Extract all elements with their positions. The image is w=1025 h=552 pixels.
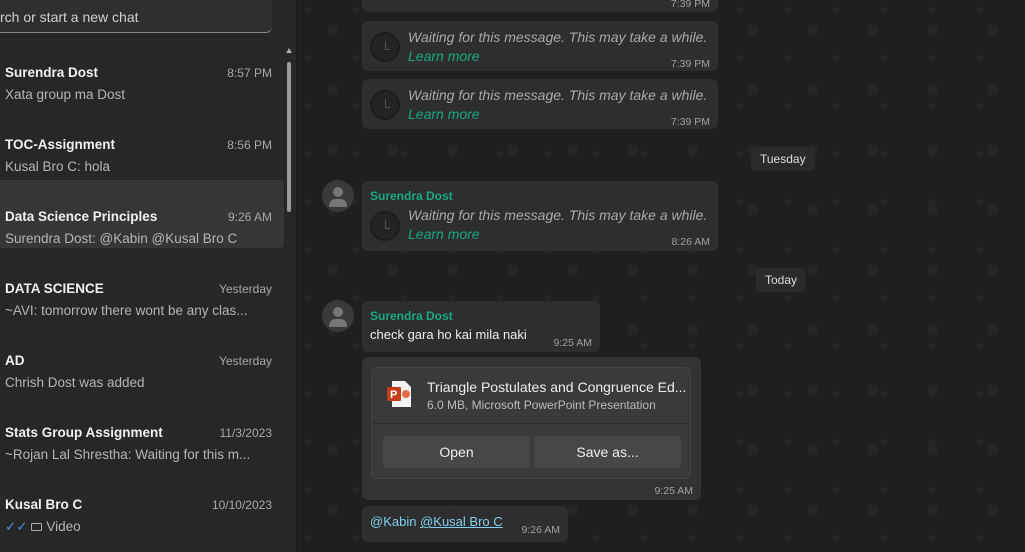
powerpoint-icon: P <box>387 381 411 407</box>
chat-item[interactable]: DATA SCIENCE Yesterday ~AVI: tomorrow ther… <box>0 252 284 320</box>
timestamp: 7:39 PM <box>670 0 710 10</box>
preview-text: Xata group ma Dost <box>5 87 126 102</box>
chat-time: 10/10/2023 <box>211 498 272 512</box>
chat-preview: Chrish Dost was added <box>5 375 145 390</box>
avatar[interactable] <box>322 180 354 212</box>
preview-text: Chrish Dost was added <box>5 375 145 390</box>
chat-name: Surendra Dost <box>5 65 99 80</box>
file-name: Triangle Postulates and Congruence Ed... <box>427 379 687 395</box>
sender-name[interactable]: Surendra Dost <box>370 189 453 203</box>
chat-preview: Surendra Dost: @Kabin @Kusal Bro C <box>5 231 237 246</box>
chat-name: Stats Group Assignment <box>5 425 163 440</box>
preview-text: Kusal Bro C: hola <box>5 159 111 174</box>
learn-more-link[interactable]: Learn more <box>408 48 480 64</box>
waiting-text: Waiting for this message. This may take … <box>408 207 708 223</box>
chat-preview: Xata group ma Dost <box>5 87 125 102</box>
file-meta: 6.0 MB, Microsoft PowerPoint Presentatio… <box>427 398 656 412</box>
chat-time: 9:26 AM <box>227 210 272 224</box>
chat-item[interactable]: Surendra Dost 8:57 PM Xata group ma Dost <box>0 36 284 104</box>
avatar[interactable] <box>322 300 354 332</box>
mention-link[interactable]: @Kabin <box>370 514 416 529</box>
scroll-up-icon[interactable] <box>286 48 292 53</box>
chat-time: 11/3/2023 <box>219 426 273 440</box>
double-check-icon: ✓✓ <box>5 519 28 534</box>
chat-item[interactable]: Kusal Bro C 10/10/2023 ✓✓ Video <box>0 468 284 536</box>
chat-time: Yesterday <box>219 282 272 296</box>
open-button[interactable]: Open <box>383 436 530 468</box>
divider <box>372 423 690 424</box>
chat-item[interactable]: Stats Group Assignment 11/3/2023 ~Rojan La… <box>0 396 284 464</box>
preview-text: Video <box>46 519 81 534</box>
svg-text:P: P <box>390 389 397 401</box>
message-bubble: Surendra Dost check gara ho kai mila nak… <box>362 301 600 352</box>
chat-name: Data Science Principles <box>5 209 158 224</box>
preview-text: Surendra Dost: @Kabin @Kusal Bro C <box>5 231 238 246</box>
chat-name: AD <box>5 353 25 368</box>
video-icon <box>31 523 43 531</box>
chat-name: TOC-Assignment <box>5 137 116 152</box>
chat-preview: ~AVI: tomorrow there wont be any clas... <box>5 303 248 318</box>
scroll-thumb[interactable] <box>287 62 291 212</box>
sidebar: rch or start a new chat Surendra Dost 8:5… <box>0 0 297 552</box>
preview-text: ~Rojan Lal Shrestha: Waiting for this m.… <box>5 447 251 462</box>
waiting-text: Waiting for this message. This may take … <box>408 87 708 103</box>
chat-preview: ~Rojan Lal Shrestha: Waiting for this m.… <box>5 447 250 462</box>
learn-more-link[interactable]: Learn more <box>408 226 480 242</box>
clock-icon <box>370 90 400 120</box>
timestamp: 8:26 AM <box>671 236 710 248</box>
chat-item[interactable]: TOC-Assignment 8:56 PM Kusal Bro C: hola <box>0 108 284 176</box>
save-as-button[interactable]: Save as... <box>534 436 681 468</box>
timestamp: 9:25 AM <box>654 485 693 497</box>
timestamp: 7:39 PM <box>670 116 710 128</box>
clock-icon <box>370 211 400 241</box>
waiting-text: Waiting for this message. This may take … <box>408 29 708 45</box>
preview-text: ~AVI: tomorrow there wont be any clas... <box>5 303 248 318</box>
sender-name[interactable]: Surendra Dost <box>370 309 453 323</box>
timestamp: 9:25 AM <box>553 337 592 349</box>
message-bubble: @Kabin @Kusal Bro C 9:26 AM <box>362 506 568 542</box>
timestamp: 9:26 AM <box>521 524 560 536</box>
chat-name: DATA SCIENCE <box>5 281 104 296</box>
conversation-pane: 7:39 PM Waiting for this message. This m… <box>298 0 1025 552</box>
message-bubble: 7:39 PM <box>362 0 718 12</box>
chat-item[interactable]: AD Yesterday Chrish Dost was added <box>0 324 284 392</box>
chat-time: 8:57 PM <box>227 66 272 80</box>
waiting-message: Waiting for this message. This may take … <box>362 21 718 71</box>
date-divider: Today <box>756 268 807 292</box>
chat-name: Kusal Bro C <box>5 497 83 512</box>
chat-preview: ✓✓ Video <box>5 519 81 535</box>
scrollbar[interactable] <box>286 48 292 552</box>
date-divider: Tuesday <box>751 147 815 171</box>
chat-time: 8:56 PM <box>227 138 272 152</box>
clock-icon <box>370 32 400 62</box>
chat-item[interactable]: Data Science Principles 9:26 AM Surendra D… <box>0 180 284 248</box>
timestamp: 7:39 PM <box>670 58 710 70</box>
learn-more-link[interactable]: Learn more <box>408 106 480 122</box>
chat-time: Yesterday <box>219 354 272 368</box>
mention-link[interactable]: @Kusal Bro C <box>420 514 503 529</box>
message-text: check gara ho kai mila naki <box>370 327 527 342</box>
waiting-message: Surendra Dost Waiting for this message. … <box>362 181 718 251</box>
file-message: P Triangle Postulates and Congruence Ed.… <box>362 357 701 500</box>
search-input[interactable]: rch or start a new chat <box>0 0 272 33</box>
waiting-message: Waiting for this message. This may take … <box>362 79 718 129</box>
file-card[interactable]: P Triangle Postulates and Congruence Ed.… <box>371 367 691 479</box>
chat-preview: Kusal Bro C: hola <box>5 159 110 174</box>
